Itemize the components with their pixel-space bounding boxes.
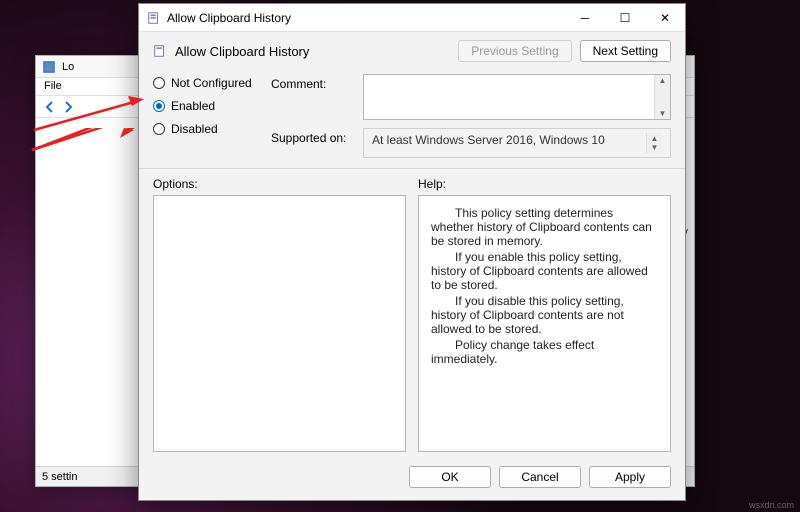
policy-icon <box>147 11 161 25</box>
options-panel <box>153 195 406 452</box>
help-p2: If you enable this policy setting, histo… <box>431 250 658 292</box>
comment-row: Comment: ▲▼ <box>271 74 671 120</box>
cancel-button[interactable]: Cancel <box>499 466 581 488</box>
back-icon[interactable] <box>42 99 58 115</box>
scroll-up-icon[interactable]: ▲ <box>659 76 667 85</box>
comment-label: Comment: <box>271 74 351 91</box>
help-p4: Policy change takes effect immediately. <box>431 338 658 366</box>
lower-section: Options: Help: This policy setting deter… <box>139 169 685 456</box>
help-column: Help: This policy setting determines whe… <box>418 177 671 452</box>
dialog-titlebar[interactable]: Allow Clipboard History ─ ☐ ✕ <box>139 4 685 32</box>
gpedit-icon <box>42 60 56 74</box>
radio-enabled-label: Enabled <box>171 99 215 113</box>
status-text: 5 settin <box>42 471 77 483</box>
radio-not-configured-label: Not Configured <box>171 76 252 90</box>
dialog-header-row: Allow Clipboard History Previous Setting… <box>139 32 685 70</box>
next-setting-button[interactable]: Next Setting <box>580 40 671 62</box>
watermark: wsxdn.com <box>749 500 794 510</box>
comment-input[interactable] <box>364 75 654 119</box>
help-p1: This policy setting determines whether h… <box>431 206 658 248</box>
options-label: Options: <box>153 177 406 191</box>
radio-enabled[interactable]: Enabled <box>153 99 255 113</box>
close-button[interactable]: ✕ <box>645 4 685 31</box>
help-panel: This policy setting determines whether h… <box>418 195 671 452</box>
supported-row: Supported on: At least Windows Server 20… <box>271 128 671 158</box>
minimize-button[interactable]: ─ <box>565 4 605 31</box>
menu-file[interactable]: File <box>44 80 62 92</box>
help-label: Help: <box>418 177 671 191</box>
dialog-title: Allow Clipboard History <box>167 11 565 25</box>
help-p3: If you disable this policy setting, hist… <box>431 294 658 336</box>
scroll-up-icon[interactable]: ▲ <box>651 134 659 143</box>
policy-dialog: Allow Clipboard History ─ ☐ ✕ Allow Clip… <box>138 3 686 501</box>
radio-icon[interactable] <box>153 77 165 89</box>
dialog-header-title: Allow Clipboard History <box>175 44 450 59</box>
radio-icon[interactable] <box>153 100 165 112</box>
scrollbar[interactable]: ▲▼ <box>654 75 670 119</box>
ok-button[interactable]: OK <box>409 466 491 488</box>
top-section: Not Configured Enabled Disabled Comment:… <box>139 70 685 169</box>
radio-not-configured[interactable]: Not Configured <box>153 76 255 90</box>
dialog-button-row: OK Cancel Apply <box>139 456 685 500</box>
apply-button[interactable]: Apply <box>589 466 671 488</box>
state-column: Not Configured Enabled Disabled <box>153 74 255 158</box>
forward-icon[interactable] <box>60 99 76 115</box>
previous-setting-button: Previous Setting <box>458 40 571 62</box>
scrollbar[interactable]: ▲▼ <box>646 133 662 153</box>
supported-box: At least Windows Server 2016, Windows 10… <box>363 128 671 158</box>
supported-label: Supported on: <box>271 128 351 145</box>
gpedit-title: Lo <box>62 61 74 73</box>
supported-value: At least Windows Server 2016, Windows 10 <box>372 133 646 153</box>
scroll-down-icon[interactable]: ▼ <box>659 109 667 118</box>
comment-box: ▲▼ <box>363 74 671 120</box>
radio-disabled-label: Disabled <box>171 122 218 136</box>
radio-disabled[interactable]: Disabled <box>153 122 255 136</box>
policy-icon <box>153 44 167 58</box>
radio-icon[interactable] <box>153 123 165 135</box>
options-column: Options: <box>153 177 406 452</box>
maximize-button[interactable]: ☐ <box>605 4 645 31</box>
fields-column: Comment: ▲▼ Supported on: At least Windo… <box>271 74 671 158</box>
scroll-down-icon[interactable]: ▼ <box>651 143 659 152</box>
